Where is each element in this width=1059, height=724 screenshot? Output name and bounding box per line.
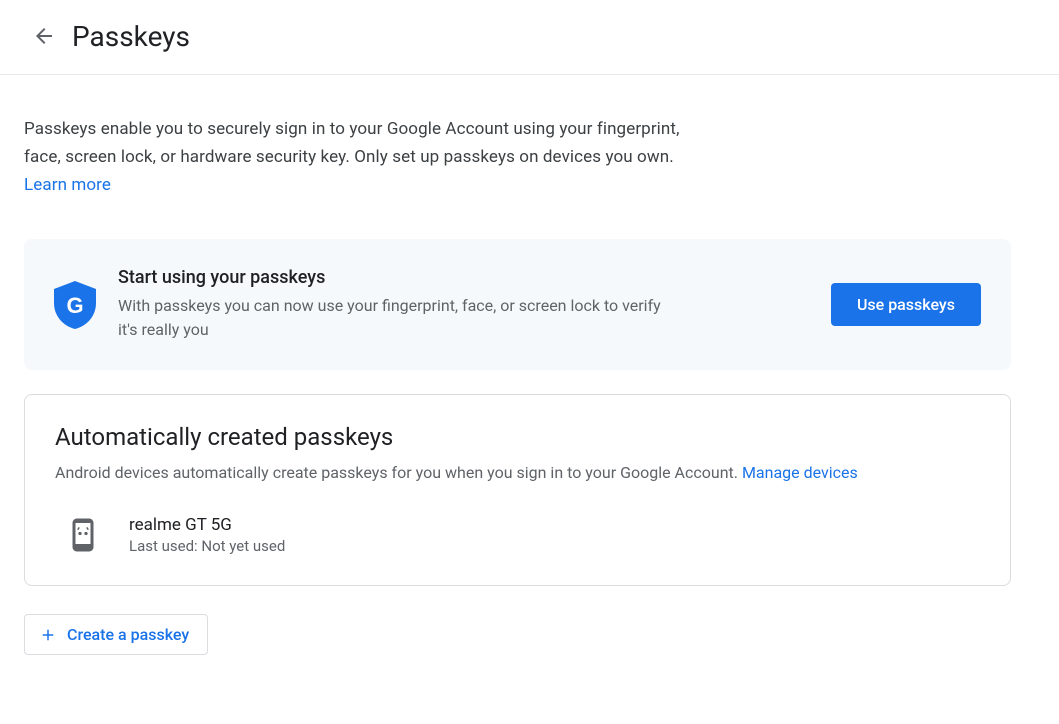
use-passkeys-button[interactable]: Use passkeys	[831, 283, 981, 326]
auto-description: Android devices automatically create pas…	[55, 461, 980, 485]
page-title: Passkeys	[72, 20, 190, 53]
intro-text: Passkeys enable you to securely sign in …	[24, 115, 704, 199]
auto-passkeys-card: Automatically created passkeys Android d…	[24, 394, 1011, 586]
promo-card: G Start using your passkeys With passkey…	[24, 239, 1011, 370]
auto-title: Automatically created passkeys	[55, 423, 980, 451]
learn-more-link[interactable]: Learn more	[24, 175, 111, 195]
svg-text:G: G	[66, 293, 83, 318]
promo-title: Start using your passkeys	[118, 267, 809, 288]
intro-body: Passkeys enable you to securely sign in …	[24, 119, 680, 167]
shield-icon: G	[54, 281, 96, 329]
phone-android-icon	[65, 515, 101, 555]
back-button[interactable]	[24, 16, 64, 56]
manage-devices-link[interactable]: Manage devices	[742, 463, 858, 482]
device-row: realme GT 5G Last used: Not yet used	[55, 515, 980, 555]
device-name: realme GT 5G	[129, 515, 285, 535]
device-last-used: Last used: Not yet used	[129, 537, 285, 555]
promo-description: With passkeys you can now use your finge…	[118, 294, 678, 342]
create-passkey-label: Create a passkey	[67, 625, 189, 644]
arrow-left-icon	[32, 24, 56, 48]
create-passkey-button[interactable]: Create a passkey	[24, 614, 208, 655]
plus-icon	[39, 626, 57, 644]
auto-desc-body: Android devices automatically create pas…	[55, 463, 742, 482]
